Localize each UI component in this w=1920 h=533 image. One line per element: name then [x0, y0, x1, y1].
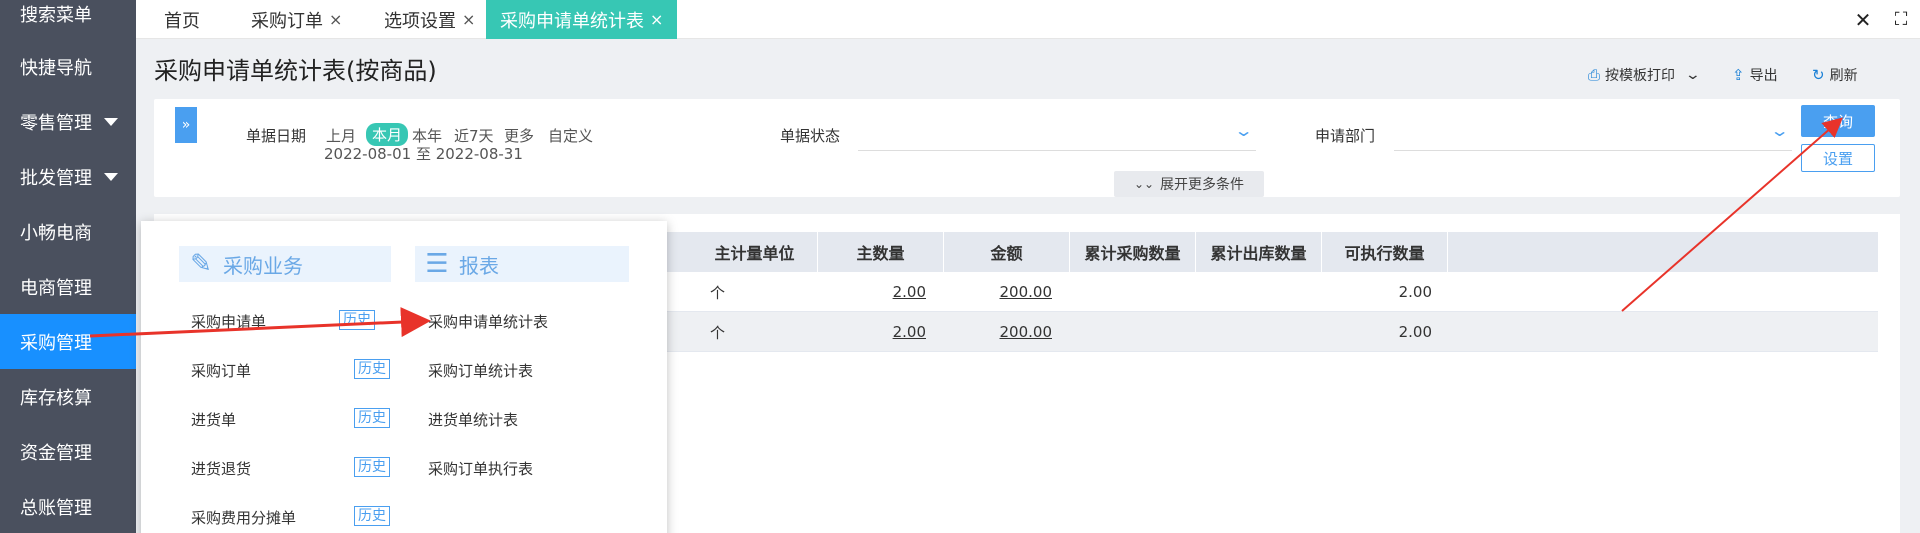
sidebar-item-funds[interactable]: 资金管理: [0, 424, 136, 479]
menu-item-purchase-order[interactable]: 采购订单: [191, 360, 251, 381]
department-filter-label: 申请部门: [1315, 127, 1376, 145]
purchase-menu-popup: ✎ 采购业务 ☰ 报表 采购申请单 历史 采购订单 历史 进货单 历史 进货退货…: [141, 221, 667, 533]
tab-purchase-order[interactable]: 采购订单 ×: [251, 0, 342, 39]
sidebar-item-label: 电商管理: [20, 277, 92, 299]
menu-item-purchase-return[interactable]: 进货退货: [191, 458, 251, 479]
cell-qty[interactable]: 2.00: [818, 312, 926, 352]
cell-unit: 个: [710, 323, 726, 342]
menu-item-purchase-order-execution[interactable]: 采购订单执行表: [428, 458, 533, 479]
filter-panel: » 单据日期 上月 本月 本年 近7天 更多 自定义 2022-08-01 至 …: [154, 99, 1900, 197]
tab-purchase-request-stats[interactable]: 采购申请单统计表 ×: [486, 0, 678, 39]
sidebar-item-label: 零售管理: [20, 112, 92, 134]
export-icon: ⇪: [1732, 66, 1745, 84]
tab-home[interactable]: 首页: [164, 0, 200, 39]
history-button[interactable]: 历史: [354, 457, 390, 477]
export-label: 导出: [1749, 68, 1778, 84]
section-title: 采购业务: [223, 253, 303, 278]
sidebar-item-label: 批发管理: [20, 167, 92, 189]
menu-item-goods-receipt-stats[interactable]: 进货单统计表: [428, 409, 518, 430]
col-header-qty[interactable]: 主数量: [818, 232, 944, 272]
document-edit-icon: ✎: [190, 249, 212, 279]
expand-panel-icon[interactable]: »: [175, 107, 197, 143]
close-icon[interactable]: ×: [329, 10, 342, 29]
menu-item-purchase-request[interactable]: 采购申请单: [191, 311, 266, 332]
sidebar-item-wholesale[interactable]: 批发管理: [0, 149, 136, 204]
sidebar-item-label: 资金管理: [20, 442, 92, 464]
sidebar-item-inventory[interactable]: 库存核算: [0, 369, 136, 424]
cell-amount[interactable]: 200.00: [944, 272, 1053, 312]
close-icon[interactable]: ×: [462, 10, 475, 29]
report-list-icon: ☰: [425, 249, 449, 279]
sidebar-item-retail[interactable]: 零售管理: [0, 94, 136, 149]
sidebar-item-ledger[interactable]: 总账管理: [0, 479, 136, 533]
export-button[interactable]: ⇪ 导出: [1732, 65, 1778, 85]
sidebar-item-label: 快捷导航: [20, 57, 92, 79]
refresh-icon: ↻: [1812, 66, 1825, 84]
print-template-button[interactable]: ⎙ 按模板打印 ⌄: [1588, 65, 1701, 85]
cell-amount[interactable]: 200.00: [944, 312, 1053, 352]
tab-bar: 首页 采购订单 × 选项设置 × 采购申请单统计表 × ✕ ⛶: [136, 0, 1920, 39]
chevron-down-icon: ⌄: [1769, 121, 1790, 140]
tab-options[interactable]: 选项设置 ×: [384, 0, 475, 39]
department-select[interactable]: ⌄: [1394, 119, 1792, 151]
caret-down-icon: [104, 172, 118, 181]
col-header-cum-purchase[interactable]: 累计采购数量: [1070, 232, 1196, 272]
menu-item-purchase-request-stats[interactable]: 采购申请单统计表: [428, 311, 548, 332]
page-title: 采购申请单统计表(按商品): [154, 57, 437, 85]
chevron-down-icon[interactable]: ⌄: [1685, 67, 1701, 83]
refresh-label: 刷新: [1829, 68, 1858, 84]
sidebar-item-label: 搜索菜单: [20, 4, 92, 26]
menu-item-goods-receipt[interactable]: 进货单: [191, 409, 236, 430]
sidebar-item-quick-nav[interactable]: 快捷导航: [0, 39, 136, 94]
double-chevron-down-icon: ⌄⌄: [1133, 177, 1155, 191]
cell-unit: 个: [710, 283, 726, 302]
printer-icon: ⎙: [1588, 66, 1601, 84]
menu-item-expense-allocation[interactable]: 采购费用分摊单: [191, 507, 296, 528]
sidebar-item-purchase[interactable]: 采购管理: [0, 314, 136, 369]
refresh-button[interactable]: ↻ 刷新: [1812, 65, 1858, 85]
section-title: 报表: [459, 253, 499, 278]
print-label: 按模板打印: [1605, 68, 1676, 84]
col-header-unit[interactable]: 主计量单位: [692, 232, 818, 272]
sidebar-item-ecommerce[interactable]: 电商管理: [0, 259, 136, 314]
history-button[interactable]: 历史: [354, 359, 390, 379]
sidebar-item-xiaochang-ecommerce[interactable]: 小畅电商: [0, 204, 136, 259]
tab-label: 选项设置: [384, 10, 456, 32]
menu-item-purchase-order-stats[interactable]: 采购订单统计表: [428, 360, 533, 381]
sidebar-item-label: 总账管理: [20, 497, 92, 519]
tab-label: 采购申请单统计表: [500, 10, 644, 32]
col-header-cum-outbound[interactable]: 累计出库数量: [1196, 232, 1322, 272]
tab-label: 首页: [164, 10, 200, 32]
cell-qty[interactable]: 2.00: [818, 272, 926, 312]
date-range-text: 2022-08-01 至 2022-08-31: [324, 145, 523, 163]
chevron-down-icon: ⌄: [1233, 121, 1254, 140]
history-button[interactable]: 历史: [354, 408, 390, 428]
cell-executable: 2.00: [1398, 323, 1432, 341]
date-chip-custom[interactable]: 自定义: [548, 125, 593, 146]
history-button[interactable]: 历史: [339, 310, 375, 330]
history-button[interactable]: 历史: [354, 506, 390, 526]
sidebar-item-label: 小畅电商: [20, 222, 92, 244]
col-header-amount[interactable]: 金额: [944, 232, 1070, 272]
close-icon[interactable]: ×: [650, 10, 663, 29]
sidebar: 搜索菜单 快捷导航 零售管理 批发管理 小畅电商 电商管理 采购管理 库存核算 …: [0, 0, 136, 533]
sidebar-item-label: 采购管理: [20, 332, 92, 354]
section-reports: ☰ 报表: [415, 246, 629, 282]
status-select[interactable]: ⌄: [858, 119, 1256, 151]
query-button[interactable]: 查询: [1801, 105, 1875, 137]
date-filter-label: 单据日期: [246, 127, 307, 145]
close-window-icon[interactable]: ✕: [1844, 0, 1882, 39]
tab-label: 采购订单: [251, 10, 323, 32]
more-conditions-label: 展开更多条件: [1160, 177, 1245, 193]
expand-more-conditions-button[interactable]: ⌄⌄ 展开更多条件: [1114, 171, 1264, 197]
col-header-executable[interactable]: 可执行数量: [1322, 232, 1448, 272]
sidebar-item-search-menu[interactable]: 搜索菜单: [0, 0, 136, 41]
fullscreen-icon[interactable]: ⛶: [1882, 0, 1920, 39]
status-filter-label: 单据状态: [780, 127, 841, 145]
section-purchase-business: ✎ 采购业务: [179, 246, 391, 282]
settings-button[interactable]: 设置: [1801, 144, 1875, 172]
sidebar-item-label: 库存核算: [20, 387, 92, 409]
cell-executable: 2.00: [1398, 283, 1432, 301]
caret-down-icon: [104, 117, 118, 126]
